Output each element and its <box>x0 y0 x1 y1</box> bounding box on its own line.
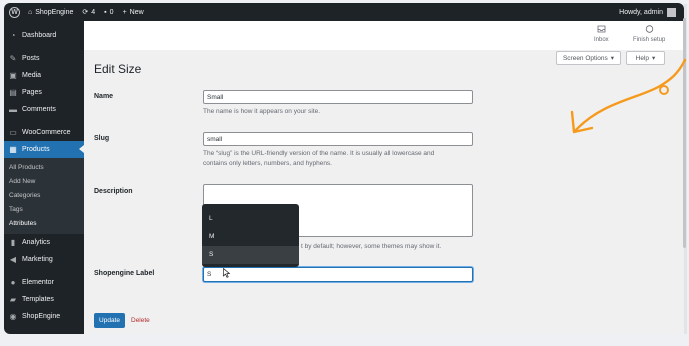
admin-bar-comments[interactable]: ▪ 0 <box>104 9 113 16</box>
annotation-arrow-icon <box>570 58 687 134</box>
comment-icon: ▬ <box>9 105 17 114</box>
dashboard-icon: ◔ <box>10 31 16 40</box>
sidebar-item-analytics[interactable]: ▮ Analytics <box>4 234 84 251</box>
inbox-icon <box>597 25 606 33</box>
finish-setup-button[interactable]: Finish setup <box>633 25 665 43</box>
name-input[interactable]: Small <box>203 90 473 104</box>
update-button[interactable]: Update <box>94 313 125 328</box>
comment-icon: ▪ <box>104 8 107 16</box>
inbox-button[interactable]: Inbox <box>594 25 609 43</box>
sidebar-item-templates[interactable]: ▰ Templates <box>4 291 84 308</box>
sidebar-item-elementor[interactable]: ● Elementor <box>4 274 84 291</box>
autocomplete-option[interactable]: M <box>202 228 299 246</box>
submenu-all-products[interactable]: All Products <box>4 161 84 175</box>
sidebar-item-dashboard[interactable]: ◔ Dashboard <box>4 27 84 44</box>
mouse-pointer-icon <box>223 268 230 278</box>
shopengine-icon: ◉ <box>9 312 17 321</box>
products-submenu: All Products Add New Categories Tags Att… <box>4 158 84 234</box>
admin-bar-updates[interactable]: ⟳ 4 <box>82 8 95 17</box>
shopengine-label-input[interactable]: S <box>203 267 473 282</box>
slug-input[interactable]: small <box>203 132 473 146</box>
elementor-icon: ● <box>10 278 16 287</box>
greeting: Howdy, admin <box>619 8 663 16</box>
folder-icon: ▰ <box>9 295 17 304</box>
page-icon: ▤ <box>9 88 17 97</box>
activity-bar: Inbox Finish setup <box>84 21 684 50</box>
refresh-icon: ⟳ <box>82 9 89 16</box>
sidebar-item-posts[interactable]: ✎ Posts <box>4 50 84 67</box>
autocomplete-dropdown: L M S <box>202 204 299 267</box>
description-label: Description <box>94 188 133 195</box>
box-icon: ▦ <box>9 145 17 154</box>
autocomplete-option[interactable]: S <box>202 246 299 264</box>
admin-bar-account[interactable]: Howdy, admin <box>619 3 676 21</box>
submenu-add-new[interactable]: Add New <box>4 175 84 189</box>
sidebar-item-comments[interactable]: ▬ Comments <box>4 101 84 118</box>
sidebar-item-woocommerce[interactable]: ▭ WooCommerce <box>4 124 84 141</box>
sidebar-item-products[interactable]: ▦ Products <box>4 141 84 158</box>
admin-bar-new[interactable]: + New <box>123 9 144 16</box>
media-icon: ▣ <box>9 71 17 80</box>
slug-help: The “slug” is the URL-friendly version o… <box>203 150 435 167</box>
autocomplete-option[interactable]: L <box>202 210 299 228</box>
admin-sidebar: ◔ Dashboard ✎ Posts ▣ Media ▤ Pages ▬ Co… <box>4 21 84 334</box>
sidebar-item-pages[interactable]: ▤ Pages <box>4 84 84 101</box>
admin-bar-site[interactable]: ⌂ ShopEngine <box>28 9 73 16</box>
submenu-categories[interactable]: Categories <box>4 189 84 203</box>
page-title: Edit Size <box>94 62 142 76</box>
name-label: Name <box>94 93 114 100</box>
home-icon: ⌂ <box>28 8 33 16</box>
sidebar-item-shopengine[interactable]: ◉ ShopEngine <box>4 308 84 325</box>
bar-chart-icon: ▮ <box>10 238 16 247</box>
submenu-attributes[interactable]: Attributes <box>4 217 84 231</box>
sidebar-item-media[interactable]: ▣ Media <box>4 67 84 84</box>
plus-icon: + <box>122 8 127 16</box>
megaphone-icon: ◀ <box>9 255 17 264</box>
wordpress-logo-icon[interactable]: W <box>9 6 20 18</box>
woocommerce-icon: ▭ <box>9 128 17 137</box>
slug-label: Slug <box>94 135 110 142</box>
description-help: t by default; however, some themes may s… <box>301 243 442 250</box>
sidebar-item-marketing[interactable]: ◀ Marketing <box>4 251 84 268</box>
shopengine-label: Shopengine Label <box>94 270 155 277</box>
admin-bar: W ⌂ ShopEngine ⟳ 4 ▪ 0 + New Howdy, admi… <box>4 3 684 21</box>
pin-icon: ✎ <box>9 54 17 63</box>
submenu-tags[interactable]: Tags <box>4 203 84 217</box>
name-help: The name is how it appears on your site. <box>203 108 321 115</box>
progress-circle-icon <box>645 25 653 33</box>
avatar <box>667 7 676 17</box>
delete-link[interactable]: Delete <box>131 317 150 324</box>
site-name: ShopEngine <box>35 8 74 16</box>
